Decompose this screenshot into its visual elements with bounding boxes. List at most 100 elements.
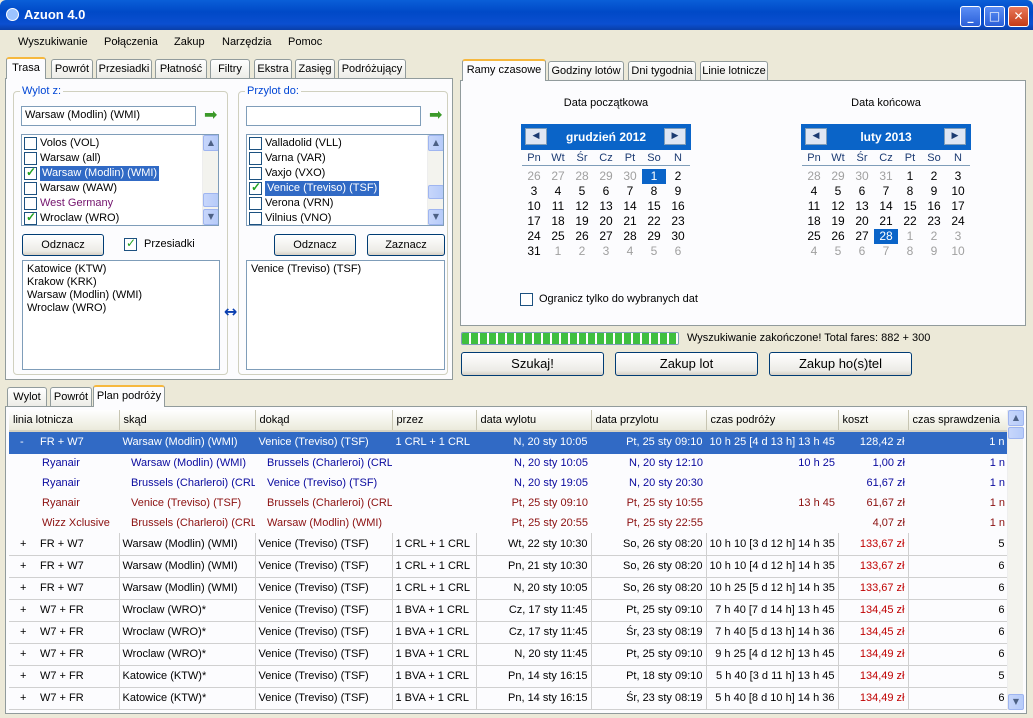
calendar-day[interactable]: 5	[642, 244, 666, 259]
menu-zakup[interactable]: Zakup	[174, 36, 205, 48]
selected-airport[interactable]: Katowice (KTW)	[25, 263, 217, 276]
column-header[interactable]: koszt	[838, 410, 909, 432]
calendar-day[interactable]: 3	[946, 229, 970, 244]
itinerary-row[interactable]: + FR + W7 Warsaw (Modlin) (WMI) Venice (Tre…	[9, 577, 1009, 600]
results-table[interactable]: linia lotnicza skąd dokąd przez data wylotu d…	[9, 410, 1009, 710]
airport-list-item[interactable]: Vaxjo (VXO)	[247, 166, 443, 181]
calendar-day[interactable]: 9	[666, 184, 690, 199]
departure-input[interactable]: Warsaw (Modlin) (WMI)	[21, 106, 196, 126]
scroll-thumb[interactable]	[1008, 427, 1024, 439]
airport-list-item[interactable]: Venice (Treviso) (TSF)	[247, 180, 443, 196]
airport-list-item[interactable]: Warsaw (Modlin) (WMI)	[22, 165, 218, 181]
calendar-day[interactable]: 5	[826, 244, 850, 259]
scroll-up-icon[interactable]: ▲	[1008, 410, 1024, 426]
airport-checkbox[interactable]	[24, 165, 37, 180]
airport-checkbox[interactable]	[249, 167, 262, 180]
calendar-day[interactable]: 1	[546, 244, 570, 259]
arrival-selected-list[interactable]: Venice (Treviso) (TSF)	[246, 260, 445, 370]
calendar-day[interactable]: 23	[666, 214, 690, 229]
airport-checkbox[interactable]	[24, 197, 37, 210]
tab-ramy-czasowe[interactable]: Ramy czasowe	[462, 59, 546, 81]
airport-checkbox[interactable]	[24, 137, 37, 150]
calendar-day[interactable]: 30	[618, 169, 642, 184]
departure-unmark-button[interactable]: Odznacz	[22, 234, 104, 256]
itinerary-row[interactable]: + W7 + FR Wroclaw (WRO)* Venice (Treviso) (…	[9, 599, 1009, 622]
end-calendar[interactable]: luty 2013 ◀ ▶ Pn Wt Śr Cz Pt So N 28 29 30 31 1 2 3 4 5…	[801, 124, 971, 264]
calendar-day[interactable]: 17	[946, 199, 970, 214]
calendar-day[interactable]: 9	[922, 184, 946, 199]
calendar-day[interactable]: 3	[594, 244, 618, 259]
expand-toggle-icon[interactable]: +	[12, 538, 34, 550]
end-prev-month-icon[interactable]: ◀	[805, 128, 827, 145]
calendar-day[interactable]: 1	[642, 169, 666, 184]
arrival-unmark-button[interactable]: Odznacz	[274, 234, 356, 256]
departure-selected-list[interactable]: Katowice (KTW) Krakow (KRK) Warsaw (Modlin…	[22, 260, 220, 370]
calendar-day[interactable]: 1	[898, 169, 922, 184]
calendar-day[interactable]: 7	[618, 184, 642, 199]
tab-dni-tygodnia[interactable]: Dni tygodnia	[628, 61, 696, 81]
tab-zasieg[interactable]: Zasięg	[295, 59, 335, 79]
calendar-day[interactable]: 26	[570, 229, 594, 244]
calendar-day[interactable]: 2	[570, 244, 594, 259]
airport-checkbox[interactable]	[24, 182, 37, 195]
calendar-day[interactable]: 1	[898, 229, 922, 244]
calendar-day[interactable]: 26	[522, 169, 546, 184]
calendar-day[interactable]: 28	[802, 169, 826, 184]
buy-flight-button[interactable]: Zakup lot	[615, 352, 758, 376]
airport-list-item[interactable]: Vilnius (VNO)	[247, 211, 443, 225]
airport-list-item[interactable]: Valladolid (VLL)	[247, 136, 443, 151]
calendar-day[interactable]: 29	[826, 169, 850, 184]
swap-arrows-icon[interactable]: ↔	[224, 302, 237, 321]
calendar-day[interactable]: 28	[874, 229, 898, 244]
end-next-month-icon[interactable]: ▶	[944, 128, 966, 145]
calendar-day[interactable]: 15	[642, 199, 666, 214]
start-prev-month-icon[interactable]: ◀	[525, 128, 547, 145]
calendar-day[interactable]: 6	[850, 184, 874, 199]
scroll-down-icon[interactable]: ▼	[203, 209, 218, 225]
airport-checkbox[interactable]	[249, 152, 262, 165]
calendar-day[interactable]: 31	[874, 169, 898, 184]
calendar-day[interactable]: 19	[826, 214, 850, 229]
tab-trasa[interactable]: Trasa	[6, 57, 46, 79]
airport-checkbox[interactable]	[249, 137, 262, 150]
column-header[interactable]: linia lotnicza	[9, 410, 120, 432]
airport-checkbox[interactable]	[249, 212, 262, 225]
calendar-day[interactable]: 6	[594, 184, 618, 199]
itinerary-row[interactable]: + W7 + FR Wroclaw (WRO)* Venice (Treviso) (…	[9, 621, 1009, 644]
flight-segment-row[interactable]: Ryanair Warsaw (Modlin) (WMI) Brussels (Ch…	[9, 453, 1008, 473]
airport-list-item[interactable]: Verona (VRN)	[247, 196, 443, 211]
scroll-thumb[interactable]	[203, 193, 218, 207]
calendar-day[interactable]: 23	[922, 214, 946, 229]
add-arrival-arrow-icon[interactable]: ➡	[429, 107, 445, 123]
flight-segment-row[interactable]: Wizz Xclusive Brussels (Charleroi) (CRL) W…	[9, 513, 1008, 533]
calendar-day[interactable]: 2	[922, 169, 946, 184]
calendar-day[interactable]: 6	[850, 244, 874, 259]
calendar-day[interactable]: 28	[570, 169, 594, 184]
limit-dates-checkbox[interactable]	[520, 293, 533, 306]
itinerary-row[interactable]: + FR + W7 Warsaw (Modlin) (WMI) Venice (Tre…	[9, 533, 1009, 556]
airport-checkbox[interactable]	[24, 152, 37, 165]
departure-list-scrollbar[interactable]: ▲ ▼	[202, 135, 218, 225]
add-departure-arrow-icon[interactable]: ➡	[204, 107, 220, 123]
calendar-day[interactable]: 19	[570, 214, 594, 229]
arrival-mark-button[interactable]: Zaznacz	[367, 234, 445, 256]
airport-list-item[interactable]: West Germany	[22, 196, 218, 211]
calendar-day[interactable]: 27	[594, 229, 618, 244]
calendar-day[interactable]: 16	[922, 199, 946, 214]
departure-list[interactable]: Volos (VOL) Warsaw (all) Warsaw (Modlin) (…	[21, 134, 219, 226]
calendar-day[interactable]: 15	[898, 199, 922, 214]
calendar-day[interactable]: 22	[642, 214, 666, 229]
calendar-day[interactable]: 10	[946, 244, 970, 259]
tab-platnosc[interactable]: Płatność	[155, 59, 207, 79]
menu-pomoc[interactable]: Pomoc	[288, 36, 322, 48]
menu-wyszukiwanie[interactable]: Wyszukiwanie	[18, 36, 88, 48]
calendar-day[interactable]: 27	[850, 229, 874, 244]
calendar-day[interactable]: 22	[898, 214, 922, 229]
tab-linie-lotnicze[interactable]: Linie lotnicze	[700, 61, 768, 81]
calendar-day[interactable]: 29	[594, 169, 618, 184]
selected-airport[interactable]: Wroclaw (WRO)	[25, 302, 217, 315]
calendar-day[interactable]: 11	[802, 199, 826, 214]
expand-toggle-icon[interactable]: +	[12, 648, 34, 660]
column-header[interactable]: dokąd	[255, 410, 393, 432]
calendar-day[interactable]: 30	[850, 169, 874, 184]
